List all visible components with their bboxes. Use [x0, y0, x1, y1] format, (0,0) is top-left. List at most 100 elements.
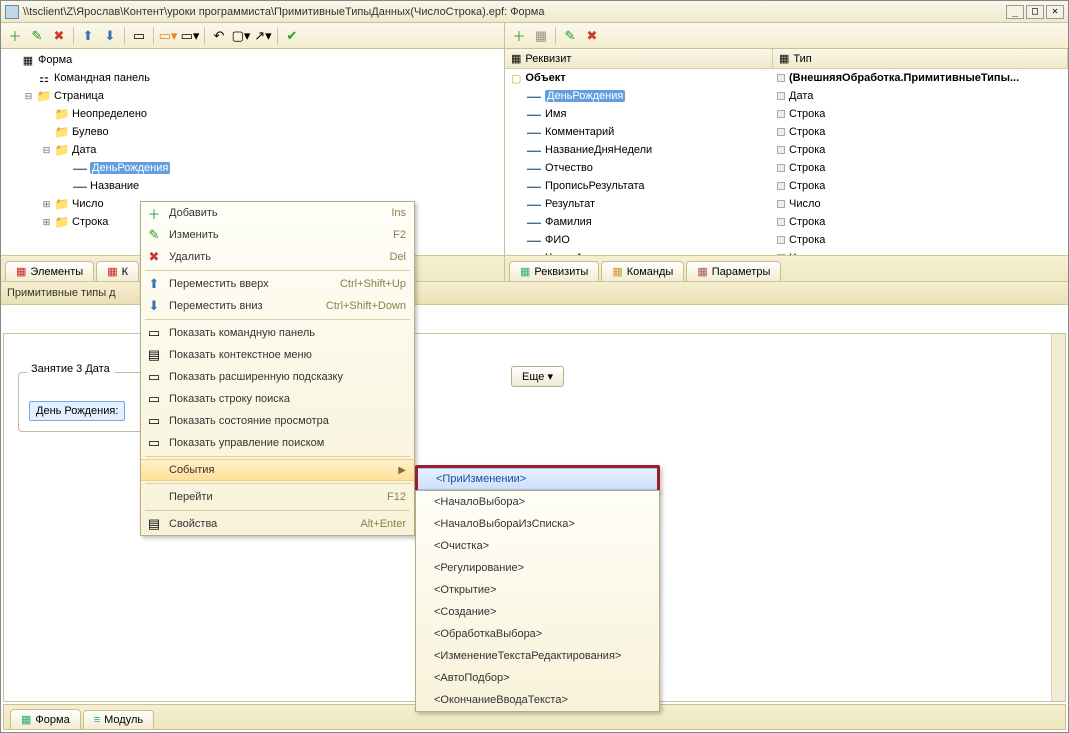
menu-item[interactable]: ▭Показать управление поиском [141, 432, 414, 454]
tool-button[interactable]: ▦ [531, 26, 551, 46]
menu-item[interactable]: <ИзменениеТекстаРедактирования> [416, 645, 659, 667]
tab-form[interactable]: ▦Форма [10, 709, 81, 729]
menu-label: <НачалоВыбораИзСписка> [420, 518, 651, 530]
menu-item[interactable]: ✖УдалитьDel [141, 246, 414, 268]
type-value: Число [789, 198, 821, 210]
delete-button[interactable]: ✖ [49, 26, 69, 46]
col-requisite[interactable]: ▦Реквизит [505, 49, 773, 68]
tab-commands[interactable]: ▦Команды [601, 261, 684, 281]
tree-row[interactable]: ⊟📁Страница [5, 87, 504, 105]
tab-requisites[interactable]: ▦Реквизиты [509, 261, 599, 281]
grid-row[interactable]: —ОтчествоСтрока [505, 159, 1068, 177]
check-button[interactable]: ✔ [282, 26, 302, 46]
tab-module[interactable]: ≡Модуль [83, 710, 154, 729]
menu-item[interactable]: ✎ИзменитьF2 [141, 224, 414, 246]
scrollbar[interactable] [1051, 334, 1065, 701]
tab-label: Форма [35, 714, 69, 726]
type-value: Строка [789, 144, 825, 156]
menu-label: Показать контекстное меню [169, 349, 406, 361]
tree-row[interactable]: ⚏Командная панель [5, 69, 504, 87]
context-submenu-highlight[interactable]: <ПриИзменении> [415, 465, 660, 493]
tool-button[interactable]: ▭▾ [180, 26, 200, 46]
tree-row[interactable]: ⊟📁Дата [5, 141, 504, 159]
tree-row[interactable]: 📁Булево [5, 123, 504, 141]
menu-item[interactable]: <ОкончаниеВводаТекста> [416, 689, 659, 711]
tab-parameters[interactable]: ▦Параметры [686, 261, 781, 281]
col-type[interactable]: ▦Тип [773, 49, 1068, 68]
menu-item[interactable]: ▭ Показать состояние просмотра [141, 410, 414, 432]
menu-item[interactable]: <НачалоВыбора> [416, 491, 659, 513]
close-button[interactable]: ✕ [1046, 5, 1064, 19]
grid-header: ▦Реквизит ▦Тип [505, 49, 1068, 69]
context-menu[interactable]: ＋ДобавитьIns✎ИзменитьF2✖УдалитьDel ⬆Перем… [140, 201, 415, 536]
tab-elements[interactable]: ▦Элементы [5, 261, 94, 281]
tree-row[interactable]: 📁Неопределено [5, 105, 504, 123]
grid-row[interactable]: —ИмяСтрока [505, 105, 1068, 123]
tool-button[interactable]: ↗▾ [253, 26, 273, 46]
menu-icon: ▭ [145, 413, 163, 429]
grid-row[interactable]: —ПрописьРезультатаСтрока [505, 177, 1068, 195]
grid-row[interactable]: —ДеньРожденияДата [505, 87, 1068, 105]
menu-label: Показать состояние просмотра [169, 415, 406, 427]
menu-item[interactable]: <Регулирование> [416, 557, 659, 579]
tool-button[interactable]: ▭▾ [158, 26, 178, 46]
grid-row[interactable]: ▢Объект(ВнешняяОбработка.ПримитивныеТипы… [505, 69, 1068, 87]
menu-icon: ▤ [145, 516, 163, 532]
menu-shortcut: Ctrl+Shift+Up [340, 278, 406, 290]
tree-label: Число [72, 198, 104, 210]
menu-icon: ⬆ [145, 276, 163, 292]
separator [204, 27, 205, 45]
menu-separator [145, 456, 410, 457]
grid-row[interactable]: —НазваниеДняНеделиСтрока [505, 141, 1068, 159]
edit-button[interactable]: ✎ [27, 26, 47, 46]
tab-k[interactable]: ▦К [96, 261, 139, 281]
menu-item[interactable]: ▭Показать строку поиска [141, 388, 414, 410]
col-label: Реквизит [525, 53, 571, 65]
type-value: Дата [789, 90, 813, 102]
context-submenu[interactable]: <НачалоВыбора> <НачалоВыбораИзСписка> <Очи… [415, 490, 660, 712]
menu-shortcut: Ctrl+Shift+Down [326, 300, 406, 312]
menu-item[interactable]: ⬆Переместить вверхCtrl+Shift+Up [141, 273, 414, 295]
req-name: ПрописьРезультата [545, 180, 645, 192]
menu-item[interactable]: <ОбработкаВыбора> [416, 623, 659, 645]
maximize-button[interactable]: □ [1026, 5, 1044, 19]
menu-item[interactable]: ⬇Переместить внизCtrl+Shift+Down [141, 295, 414, 317]
menu-item-on-change[interactable]: <ПриИзменении> [418, 468, 657, 490]
menu-item[interactable]: ▤Показать контекстное меню [141, 344, 414, 366]
menu-item[interactable]: ＋ДобавитьIns [141, 202, 414, 224]
menu-item[interactable]: ПерейтиF12 [141, 486, 414, 508]
grid-row[interactable]: —ФамилияСтрока [505, 213, 1068, 231]
menu-item[interactable]: <Создание> [416, 601, 659, 623]
menu-item[interactable]: <Открытие> [416, 579, 659, 601]
menu-item[interactable]: ▭Показать командную панель [141, 322, 414, 344]
menu-item[interactable]: События▶ [141, 459, 414, 481]
separator [153, 27, 154, 45]
menu-shortcut: F12 [387, 491, 406, 503]
menu-item[interactable]: <Очистка> [416, 535, 659, 557]
add-button[interactable]: ＋ [509, 26, 529, 46]
edit-button[interactable]: ✎ [560, 26, 580, 46]
menu-item[interactable]: ▤СвойстваAlt+Enter [141, 513, 414, 535]
menu-label: <ПриИзменении> [422, 473, 649, 485]
move-down-button[interactable]: ⬇ [100, 26, 120, 46]
menu-item[interactable]: <НачалоВыбораИзСписка> [416, 513, 659, 535]
menu-item[interactable]: <АвтоПодбор> [416, 667, 659, 689]
add-button[interactable]: ＋ [5, 26, 25, 46]
tool-button[interactable]: ↶ [209, 26, 229, 46]
minimize-button[interactable]: _ [1006, 5, 1024, 19]
grid-row[interactable]: —ФИОСтрока [505, 231, 1068, 249]
grid-row[interactable]: —КомментарийСтрока [505, 123, 1068, 141]
delete-button[interactable]: ✖ [582, 26, 602, 46]
more-button[interactable]: Еще ▾ [511, 366, 564, 387]
field-label[interactable]: День Рождения: [29, 401, 125, 421]
tree-row[interactable]: —ДеньРождения [5, 159, 504, 177]
grid-body[interactable]: ▢Объект(ВнешняяОбработка.ПримитивныеТипы… [505, 69, 1068, 281]
tree-row[interactable]: ▦Форма [5, 51, 504, 69]
menu-label: Свойства [169, 518, 354, 530]
tool-button[interactable]: ▭ [129, 26, 149, 46]
menu-item[interactable]: ▭Показать расширенную подсказку [141, 366, 414, 388]
tool-button[interactable]: ▢▾ [231, 26, 251, 46]
move-up-button[interactable]: ⬆ [78, 26, 98, 46]
grid-row[interactable]: —РезультатЧисло [505, 195, 1068, 213]
tree-row[interactable]: —Название [5, 177, 504, 195]
